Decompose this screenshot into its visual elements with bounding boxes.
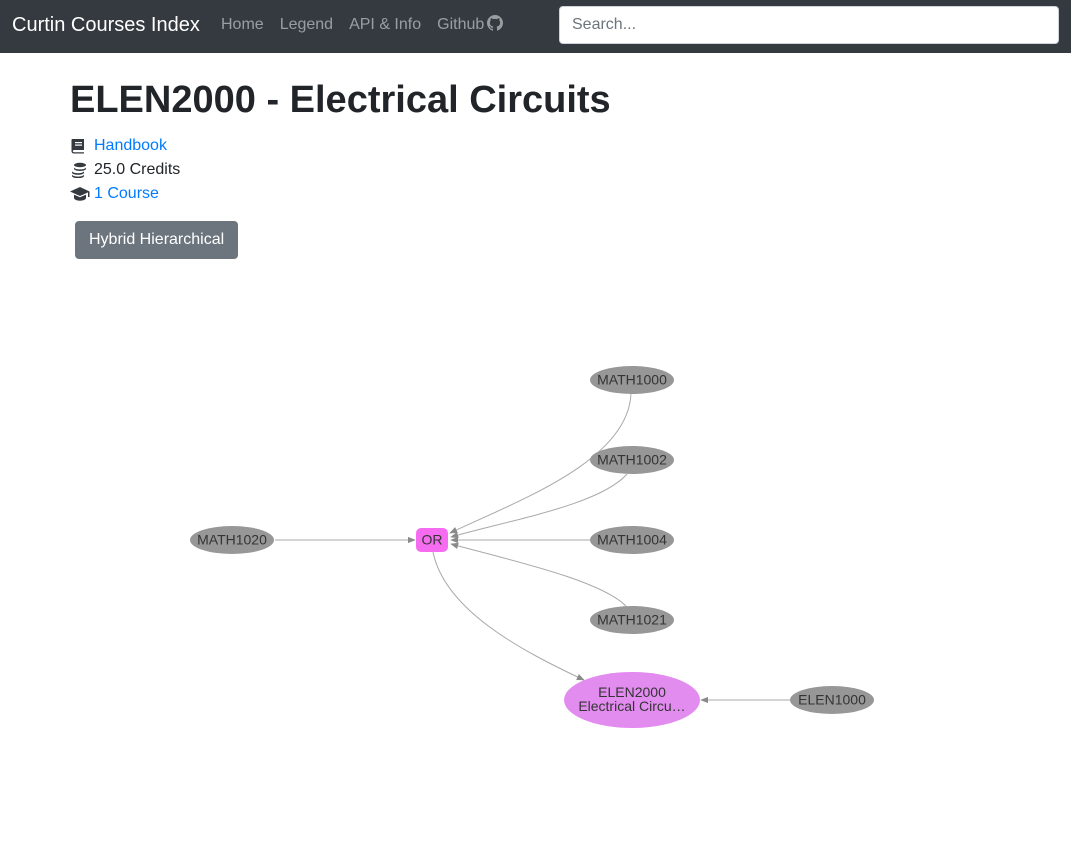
brand-link[interactable]: Curtin Courses Index	[12, 13, 200, 37]
node-math1021-label: MATH1021	[597, 612, 667, 628]
node-or[interactable]: OR	[416, 528, 448, 552]
credits-row: 25.0 Credits	[70, 158, 180, 182]
node-or-label: OR	[422, 532, 443, 548]
node-math1000[interactable]: MATH1000	[590, 366, 674, 394]
book-icon	[71, 139, 84, 154]
credits-value: 25.0 Credits	[94, 161, 181, 178]
node-math1000-label: MATH1000	[597, 372, 667, 388]
github-icon	[487, 15, 504, 31]
layout-toggle-button[interactable]: Hybrid Hierarchical	[75, 221, 239, 259]
handbook-link[interactable]: Handbook	[94, 134, 167, 158]
handbook-row: Handbook	[70, 134, 180, 158]
nav-home[interactable]: Home	[213, 15, 272, 35]
course-meta: Handbook 25.0 Credits 1 Course	[70, 134, 180, 206]
courses-row: 1 Course	[70, 182, 180, 206]
nav-github-label: Github	[437, 16, 485, 33]
prerequisite-graph: MATH1000 MATH1002 MATH1004 MATH1021 MATH…	[190, 366, 874, 728]
page-title: ELEN2000 - Electrical Circuits	[70, 79, 611, 121]
nav-github[interactable]: Github	[429, 15, 511, 35]
navbar: Curtin Courses Index Home Legend API & I…	[0, 0, 1071, 53]
node-elen2000[interactable]: ELEN2000 Electrical Circu…	[564, 672, 700, 728]
node-math1020[interactable]: MATH1020	[190, 526, 274, 554]
node-math1021[interactable]: MATH1021	[590, 606, 674, 634]
node-elen2000-name: Electrical Circu…	[578, 698, 685, 714]
nav-links: Home Legend API & Info Github	[213, 15, 511, 35]
node-math1004-label: MATH1004	[597, 532, 667, 548]
graph-edges	[275, 391, 790, 704]
node-math1002[interactable]: MATH1002	[590, 446, 674, 474]
graduation-cap-icon	[70, 187, 90, 201]
node-elen1000-label: ELEN1000	[798, 692, 866, 708]
edge-math1002-or	[450, 473, 628, 539]
courses-link[interactable]: 1 Course	[94, 182, 159, 206]
node-math1002-label: MATH1002	[597, 452, 667, 468]
edge-math1021-or	[450, 542, 627, 607]
node-math1020-label: MATH1020	[197, 532, 267, 548]
node-math1004[interactable]: MATH1004	[590, 526, 674, 554]
node-elen1000[interactable]: ELEN1000	[790, 686, 874, 714]
edge-or-elen2000	[432, 551, 585, 681]
coins-icon	[72, 162, 86, 178]
nav-legend[interactable]: Legend	[272, 15, 341, 35]
nav-api-info[interactable]: API & Info	[341, 15, 429, 35]
search-input[interactable]	[559, 6, 1059, 44]
